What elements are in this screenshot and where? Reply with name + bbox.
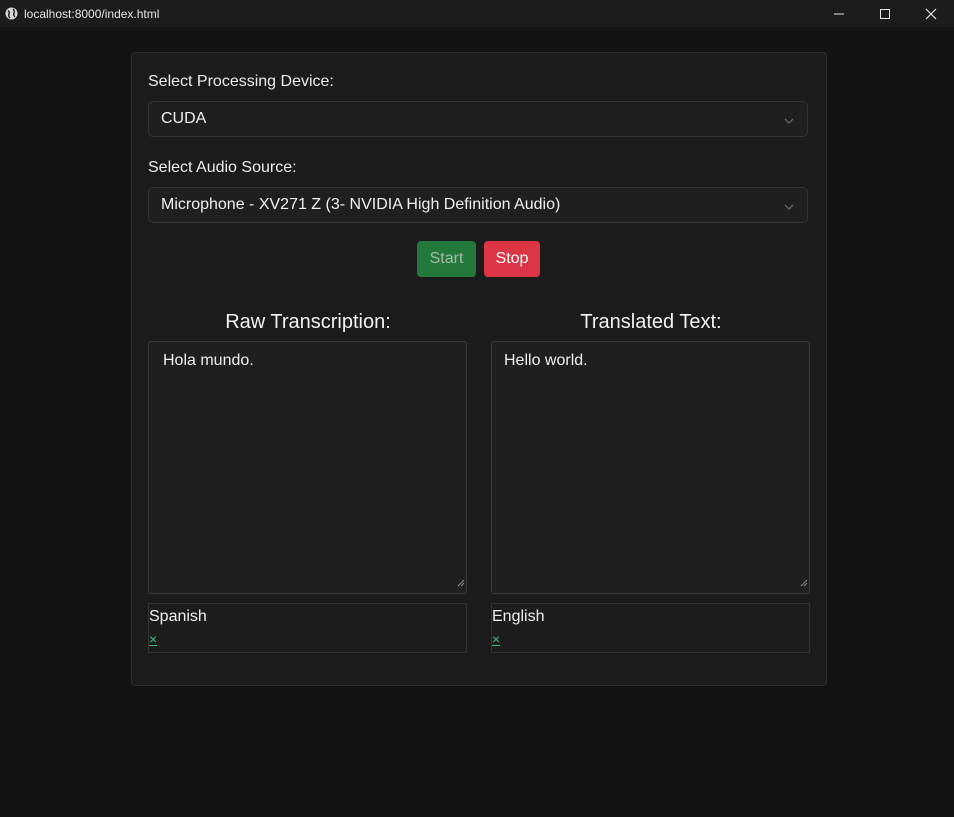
resize-handle-icon[interactable]: [799, 574, 808, 592]
raw-transcription-heading: Raw Transcription:: [225, 311, 391, 333]
device-select-value: CUDA: [161, 110, 207, 127]
window-titlebar: localhost:8000/index.html: [0, 0, 954, 27]
device-label: Select Processing Device:: [148, 73, 334, 90]
source-language-select[interactable]: Spanish ×: [148, 603, 467, 653]
window-controls: [816, 0, 954, 27]
minimize-button[interactable]: [816, 0, 862, 27]
close-icon: [925, 8, 937, 19]
audio-label: Select Audio Source:: [148, 159, 297, 176]
maximize-icon: [880, 8, 890, 19]
chevron-down-icon: [783, 114, 795, 132]
audio-select[interactable]: Microphone - XV271 Z (3- NVIDIA High Def…: [148, 187, 808, 223]
globe-icon: [5, 7, 18, 20]
source-language-value: Spanish: [149, 608, 207, 625]
target-language-value: English: [492, 608, 545, 625]
source-language-remove-icon[interactable]: ×: [149, 632, 157, 646]
raw-transcription-textarea[interactable]: Hola mundo.: [148, 341, 467, 594]
main-panel: Select Processing Device: CUDA Select Au…: [131, 52, 827, 686]
target-language-remove-icon[interactable]: ×: [492, 632, 500, 646]
raw-transcription-text: Hola mundo.: [163, 352, 254, 369]
audio-select-value: Microphone - XV271 Z (3- NVIDIA High Def…: [161, 196, 561, 213]
maximize-button[interactable]: [862, 0, 908, 27]
start-button[interactable]: Start: [417, 241, 476, 277]
minimize-icon: [834, 13, 844, 14]
close-button[interactable]: [908, 0, 954, 27]
device-select[interactable]: CUDA: [148, 101, 808, 137]
resize-handle-icon[interactable]: [456, 574, 465, 592]
target-language-select[interactable]: English ×: [491, 603, 810, 653]
translated-text-heading: Translated Text:: [580, 311, 722, 333]
window-title: localhost:8000/index.html: [24, 6, 160, 21]
translated-text: Hello world.: [504, 352, 588, 369]
stop-button[interactable]: Stop: [484, 241, 540, 277]
translated-text-textarea[interactable]: Hello world.: [491, 341, 810, 594]
chevron-down-icon: [783, 200, 795, 218]
